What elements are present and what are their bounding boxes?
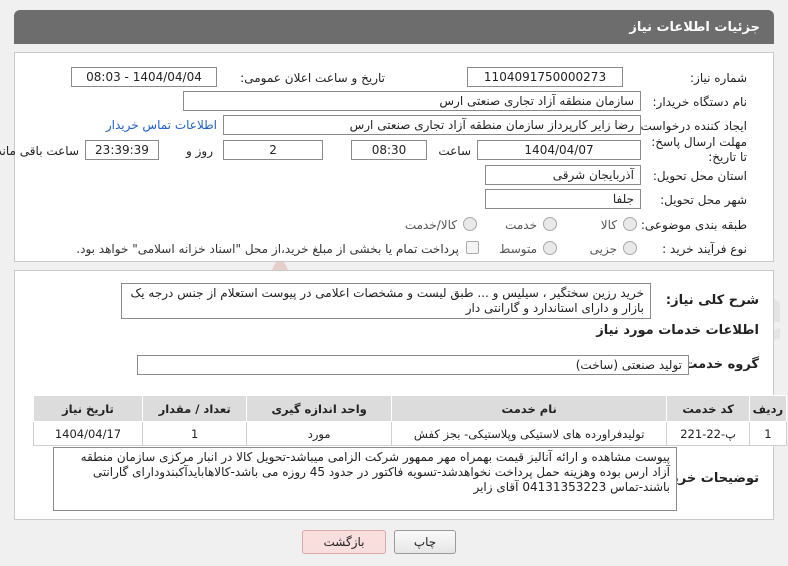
purchase-radio-minor[interactable] <box>623 241 637 255</box>
province-label: استان محل تحویل: <box>652 169 747 183</box>
cell-date: 1404/04/17 <box>33 421 143 446</box>
creator-label: ایجاد کننده درخواست: <box>636 119 747 133</box>
creator-field: رضا زایر کارپرداز سازمان منطقه آزاد تجار… <box>223 115 641 135</box>
summary-label: شرح کلی نیاز: <box>665 293 759 308</box>
col-date: تاریخ نیاز <box>33 395 143 422</box>
table-header-row: ردیف کد خدمت نام خدمت واحد اندازه گیری ت… <box>33 395 788 422</box>
category-radio-goods[interactable] <box>623 217 637 231</box>
days-label: روز و <box>186 144 213 158</box>
category-label: طبقه بندی موضوعی: <box>640 218 747 232</box>
category-option-service: خدمت <box>505 218 537 232</box>
services-table: ردیف کد خدمت نام خدمت واحد اندازه گیری ت… <box>33 395 788 446</box>
service-group-field: تولید صنعتی (ساخت) <box>137 355 689 375</box>
time-label: ساعت <box>438 144 471 158</box>
days-field: 2 <box>223 140 323 160</box>
col-code: کد خدمت <box>666 395 750 422</box>
province-field: آذربایجان شرقی <box>485 165 641 185</box>
cell-quantity: 1 <box>141 421 248 446</box>
purchase-option-minor: جزیی <box>589 242 617 256</box>
treasury-checkbox[interactable] <box>466 241 479 254</box>
back-button[interactable]: بازگشت <box>302 530 386 554</box>
print-button[interactable]: چاپ <box>394 530 456 554</box>
contact-info-link[interactable]: اطلاعات تماس خریدار <box>106 118 217 132</box>
purchase-type-label: نوع فرآیند خرید : <box>662 242 747 256</box>
buyer-org-label: نام دستگاه خریدار: <box>652 95 748 109</box>
category-radio-both[interactable] <box>463 217 477 231</box>
table-row: 1 پ-22-221 تولیدفراورده های لاستیکی وپلا… <box>33 421 788 446</box>
cell-code: پ-22-221 <box>666 421 750 446</box>
remaining-label: ساعت باقی مانده <box>0 144 79 158</box>
buyer-org-field: سازمان منطقه آزاد تجاری صنعتی ارس <box>183 91 641 111</box>
announce-label: تاریخ و ساعت اعلان عمومی: <box>240 71 385 85</box>
deadline-label: مهلت ارسال پاسخ: تا تاریخ: <box>651 135 747 164</box>
deadline-date-field: 1404/04/07 <box>477 140 641 160</box>
col-unit: واحد اندازه گیری <box>246 395 392 422</box>
page-title: جزئیات اطلاعات نیاز <box>629 19 760 35</box>
deadline-time-field: 08:30 <box>351 140 427 160</box>
page-header: جزئیات اطلاعات نیاز <box>14 10 774 44</box>
purchase-radio-medium[interactable] <box>543 241 557 255</box>
city-field: جلفا <box>485 189 641 209</box>
col-row: ردیف <box>748 395 788 422</box>
buyer-notes-textarea[interactable]: پیوست مشاهده و ارائه آنالیز قیمت بهمراه … <box>53 447 677 511</box>
cell-row: 1 <box>748 421 788 446</box>
need-number-label: شماره نیاز: <box>690 71 747 85</box>
category-option-both: کالا/خدمت <box>404 218 457 232</box>
col-name: نام خدمت <box>390 395 668 422</box>
cell-name: تولیدفراورده های لاستیکی وپلاستیکی- بجز … <box>390 421 668 446</box>
announce-field: 1404/04/04 - 08:03 <box>71 67 217 87</box>
service-group-label: گروه خدمت: <box>679 357 759 372</box>
cell-unit: مورد <box>246 421 392 446</box>
category-option-goods: کالا <box>600 218 617 232</box>
col-quantity: تعداد / مقدار <box>141 395 248 422</box>
category-radio-service[interactable] <box>543 217 557 231</box>
city-label: شهر محل تحویل: <box>660 193 747 207</box>
need-info-panel: شماره نیاز: 1104091750000273 تاریخ و ساع… <box>0 52 774 262</box>
need-number-field: 1104091750000273 <box>467 67 623 87</box>
purchase-option-medium: متوسط <box>499 242 537 256</box>
summary-textarea[interactable]: خرید رزین سختگیر ، سیلیس و ... طبق لیست … <box>121 283 651 319</box>
services-section-title: اطلاعات خدمات مورد نیاز <box>596 323 759 338</box>
remaining-time-field: 23:39:39 <box>85 140 159 160</box>
services-panel: شرح کلی نیاز: خرید رزین سختگیر ، سیلیس و… <box>14 270 788 520</box>
payment-note: پرداخت تمام یا بخشی از مبلغ خرید،از محل … <box>76 242 459 256</box>
